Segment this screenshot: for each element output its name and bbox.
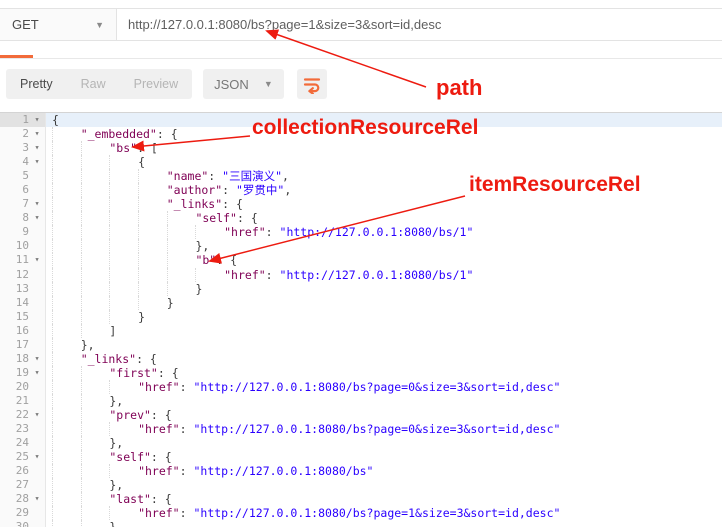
code-line: "prev": { [52,407,722,423]
fold-toggle-icon[interactable]: ▾ [29,113,45,127]
method-label: GET [12,17,39,32]
tab-raw[interactable]: Raw [67,69,120,99]
code-line: { [46,113,722,128]
line-number: 22 ▾ [0,408,45,422]
fold-toggle-icon[interactable]: ▾ [29,366,45,380]
postman-window: GET ▼ http://127.0.0.1:8080/bs?page=1&si… [0,0,722,527]
code-line: "self": { [52,450,722,465]
code-line: { [52,155,722,170]
code-line: "href": "http://127.0.0.1:8080/bs/1" [52,267,722,282]
line-number: 25 ▾ [0,450,45,464]
chevron-down-icon: ▼ [263,79,273,89]
line-number: 27 [15,478,29,492]
code-line: "href": "http://127.0.0.1:8080/bs?page=1… [52,506,722,521]
code-line: }, [52,436,722,451]
code-line: "first": { [52,365,722,380]
wrap-text-icon [302,74,322,94]
code-line: }, [52,239,722,254]
line-number: 4 ▾ [0,155,45,169]
tab-preview[interactable]: Preview [120,69,192,99]
line-number: 2 ▾ [0,127,45,141]
code-line: "_links": { [52,197,722,212]
line-number: 5 [22,169,29,183]
code-line: "href": "http://127.0.0.1:8080/bs?page=0… [52,379,722,394]
code-line: "_links": { [52,351,722,366]
line-number: 15 [15,309,29,323]
line-number: 13 [15,281,29,295]
line-number: 20 [15,379,29,393]
fold-toggle-icon[interactable]: ▾ [29,141,45,155]
line-number: 19 ▾ [0,366,45,380]
line-number: 29 [15,506,29,520]
request-bar: GET ▼ http://127.0.0.1:8080/bs?page=1&si… [0,8,722,41]
json-response-editor: 1 ▾ 2 ▾ 3 ▾ 4 ▾ 5 6 7 ▾ 8 ▾ 9 10 11 ▾ 12 13 14 15 16 17 18 ▾ 19 ▾ 20… [0,112,722,527]
line-number: 26 [15,464,29,478]
code-line: "_embedded": { [52,127,722,142]
code-line: }, [52,337,722,352]
code-line: "href": "http://127.0.0.1:8080/bs" [52,464,722,479]
line-number: 10 [15,239,29,253]
fold-toggle-icon[interactable]: ▾ [29,352,45,366]
fold-toggle-icon[interactable]: ▾ [29,127,45,141]
code-line: "href": "http://127.0.0.1:8080/bs/1" [52,225,722,240]
path-label: path [436,75,483,100]
fold-toggle-icon[interactable]: ▾ [29,253,45,267]
code-line: ] [52,323,722,338]
fold-toggle-icon[interactable]: ▾ [29,450,45,464]
code-line: } [52,281,722,296]
fold-toggle-icon[interactable]: ▾ [29,408,45,422]
line-number: 30 [15,520,29,527]
fold-toggle-icon[interactable]: ▾ [29,211,45,225]
fold-toggle-icon[interactable]: ▾ [29,155,45,169]
format-value: JSON [214,76,249,92]
method-select[interactable]: GET ▼ [0,9,117,40]
line-number: 3 ▾ [0,141,45,155]
code-line: } [52,309,722,324]
code-line: "last": { [52,492,722,507]
fold-toggle-icon[interactable]: ▾ [29,197,45,211]
code-line: }, [52,478,722,493]
active-tab-indicator [0,55,33,58]
line-number: 23 [15,422,29,436]
line-number: 18 ▾ [0,352,45,366]
response-toolbar: Pretty Raw Preview JSON ▼ [6,69,327,99]
line-number: 9 [22,225,29,239]
line-number: 1 ▾ [0,113,45,128]
line-number: 11 ▾ [0,253,45,267]
response-tabbar-divider [0,58,722,59]
line-number-gutter: 1 ▾ 2 ▾ 3 ▾ 4 ▾ 5 6 7 ▾ 8 ▾ 9 10 11 ▾ 12 13 14 15 16 17 18 ▾ 19 ▾ 20… [0,113,46,527]
code-area[interactable]: {"_embedded": {"bs": [{"name": "三国演义", "a… [46,113,722,527]
code-line: }, [52,393,722,408]
code-line: "b": { [52,253,722,268]
wrap-text-button[interactable] [296,69,327,99]
line-number: 21 [15,393,29,407]
format-select[interactable]: JSON ▼ [203,69,284,99]
line-number: 6 [22,183,29,197]
code-line: "self": { [52,211,722,226]
line-number: 14 [15,295,29,309]
line-number: 17 [15,337,29,351]
code-line: "name": "三国演义", [52,169,722,184]
code-line: "bs": [ [52,141,722,156]
code-line: } [52,295,722,310]
code-line: "author": "罗贯中", [52,183,722,198]
line-number: 16 [15,323,29,337]
line-number: 8 ▾ [0,211,45,225]
code-line: } [52,520,722,527]
line-number: 7 ▾ [0,197,45,211]
view-tabs: Pretty Raw Preview [6,69,193,99]
line-number: 12 [15,267,29,281]
tab-pretty[interactable]: Pretty [6,69,67,99]
url-input[interactable]: http://127.0.0.1:8080/bs?page=1&size=3&s… [117,9,722,40]
chevron-down-icon: ▼ [95,19,104,30]
fold-toggle-icon[interactable]: ▾ [29,492,45,506]
line-number: 28 ▾ [0,492,45,506]
line-number: 24 [15,436,29,450]
code-line: "href": "http://127.0.0.1:8080/bs?page=0… [52,422,722,437]
